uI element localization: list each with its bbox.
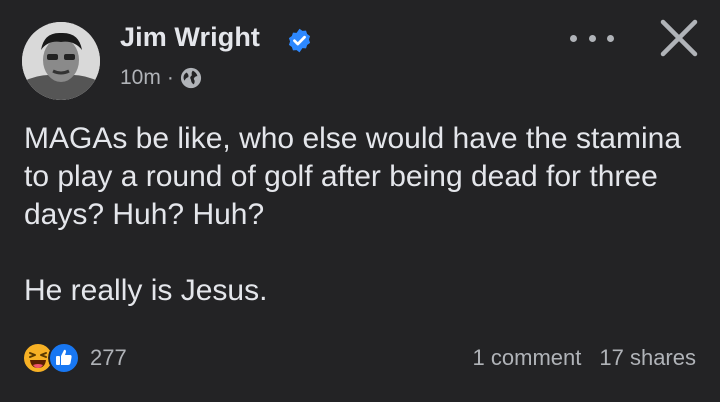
dot-icon [607, 34, 614, 42]
reaction-count: 277 [90, 345, 127, 370]
more-options-button[interactable] [570, 30, 614, 46]
dot-icon [588, 34, 596, 42]
post-body: MAGAs be like, who else would have the s… [24, 120, 704, 310]
close-icon[interactable] [657, 16, 701, 60]
avatar[interactable] [22, 22, 100, 100]
verified-badge-icon [288, 28, 311, 53]
globe-icon [180, 67, 201, 89]
author-name[interactable]: Jim Wright [120, 22, 260, 53]
comments-count-link[interactable]: 1 comment [473, 345, 582, 371]
post-text-paragraph: He really is Jesus. [24, 274, 268, 307]
dot-icon [570, 34, 577, 42]
post-text-paragraph: MAGAs be like, who else would have the s… [24, 122, 681, 231]
shares-count-link[interactable]: 17 shares [599, 345, 696, 371]
post-stats: 1 comment 17 shares [473, 340, 696, 376]
like-reaction-icon [48, 342, 80, 374]
meta-separator: · [166, 66, 174, 89]
reactions-summary[interactable]: 277 [22, 340, 127, 376]
post-time[interactable]: 10m [120, 66, 161, 90]
post-meta: 10m · [120, 64, 202, 92]
